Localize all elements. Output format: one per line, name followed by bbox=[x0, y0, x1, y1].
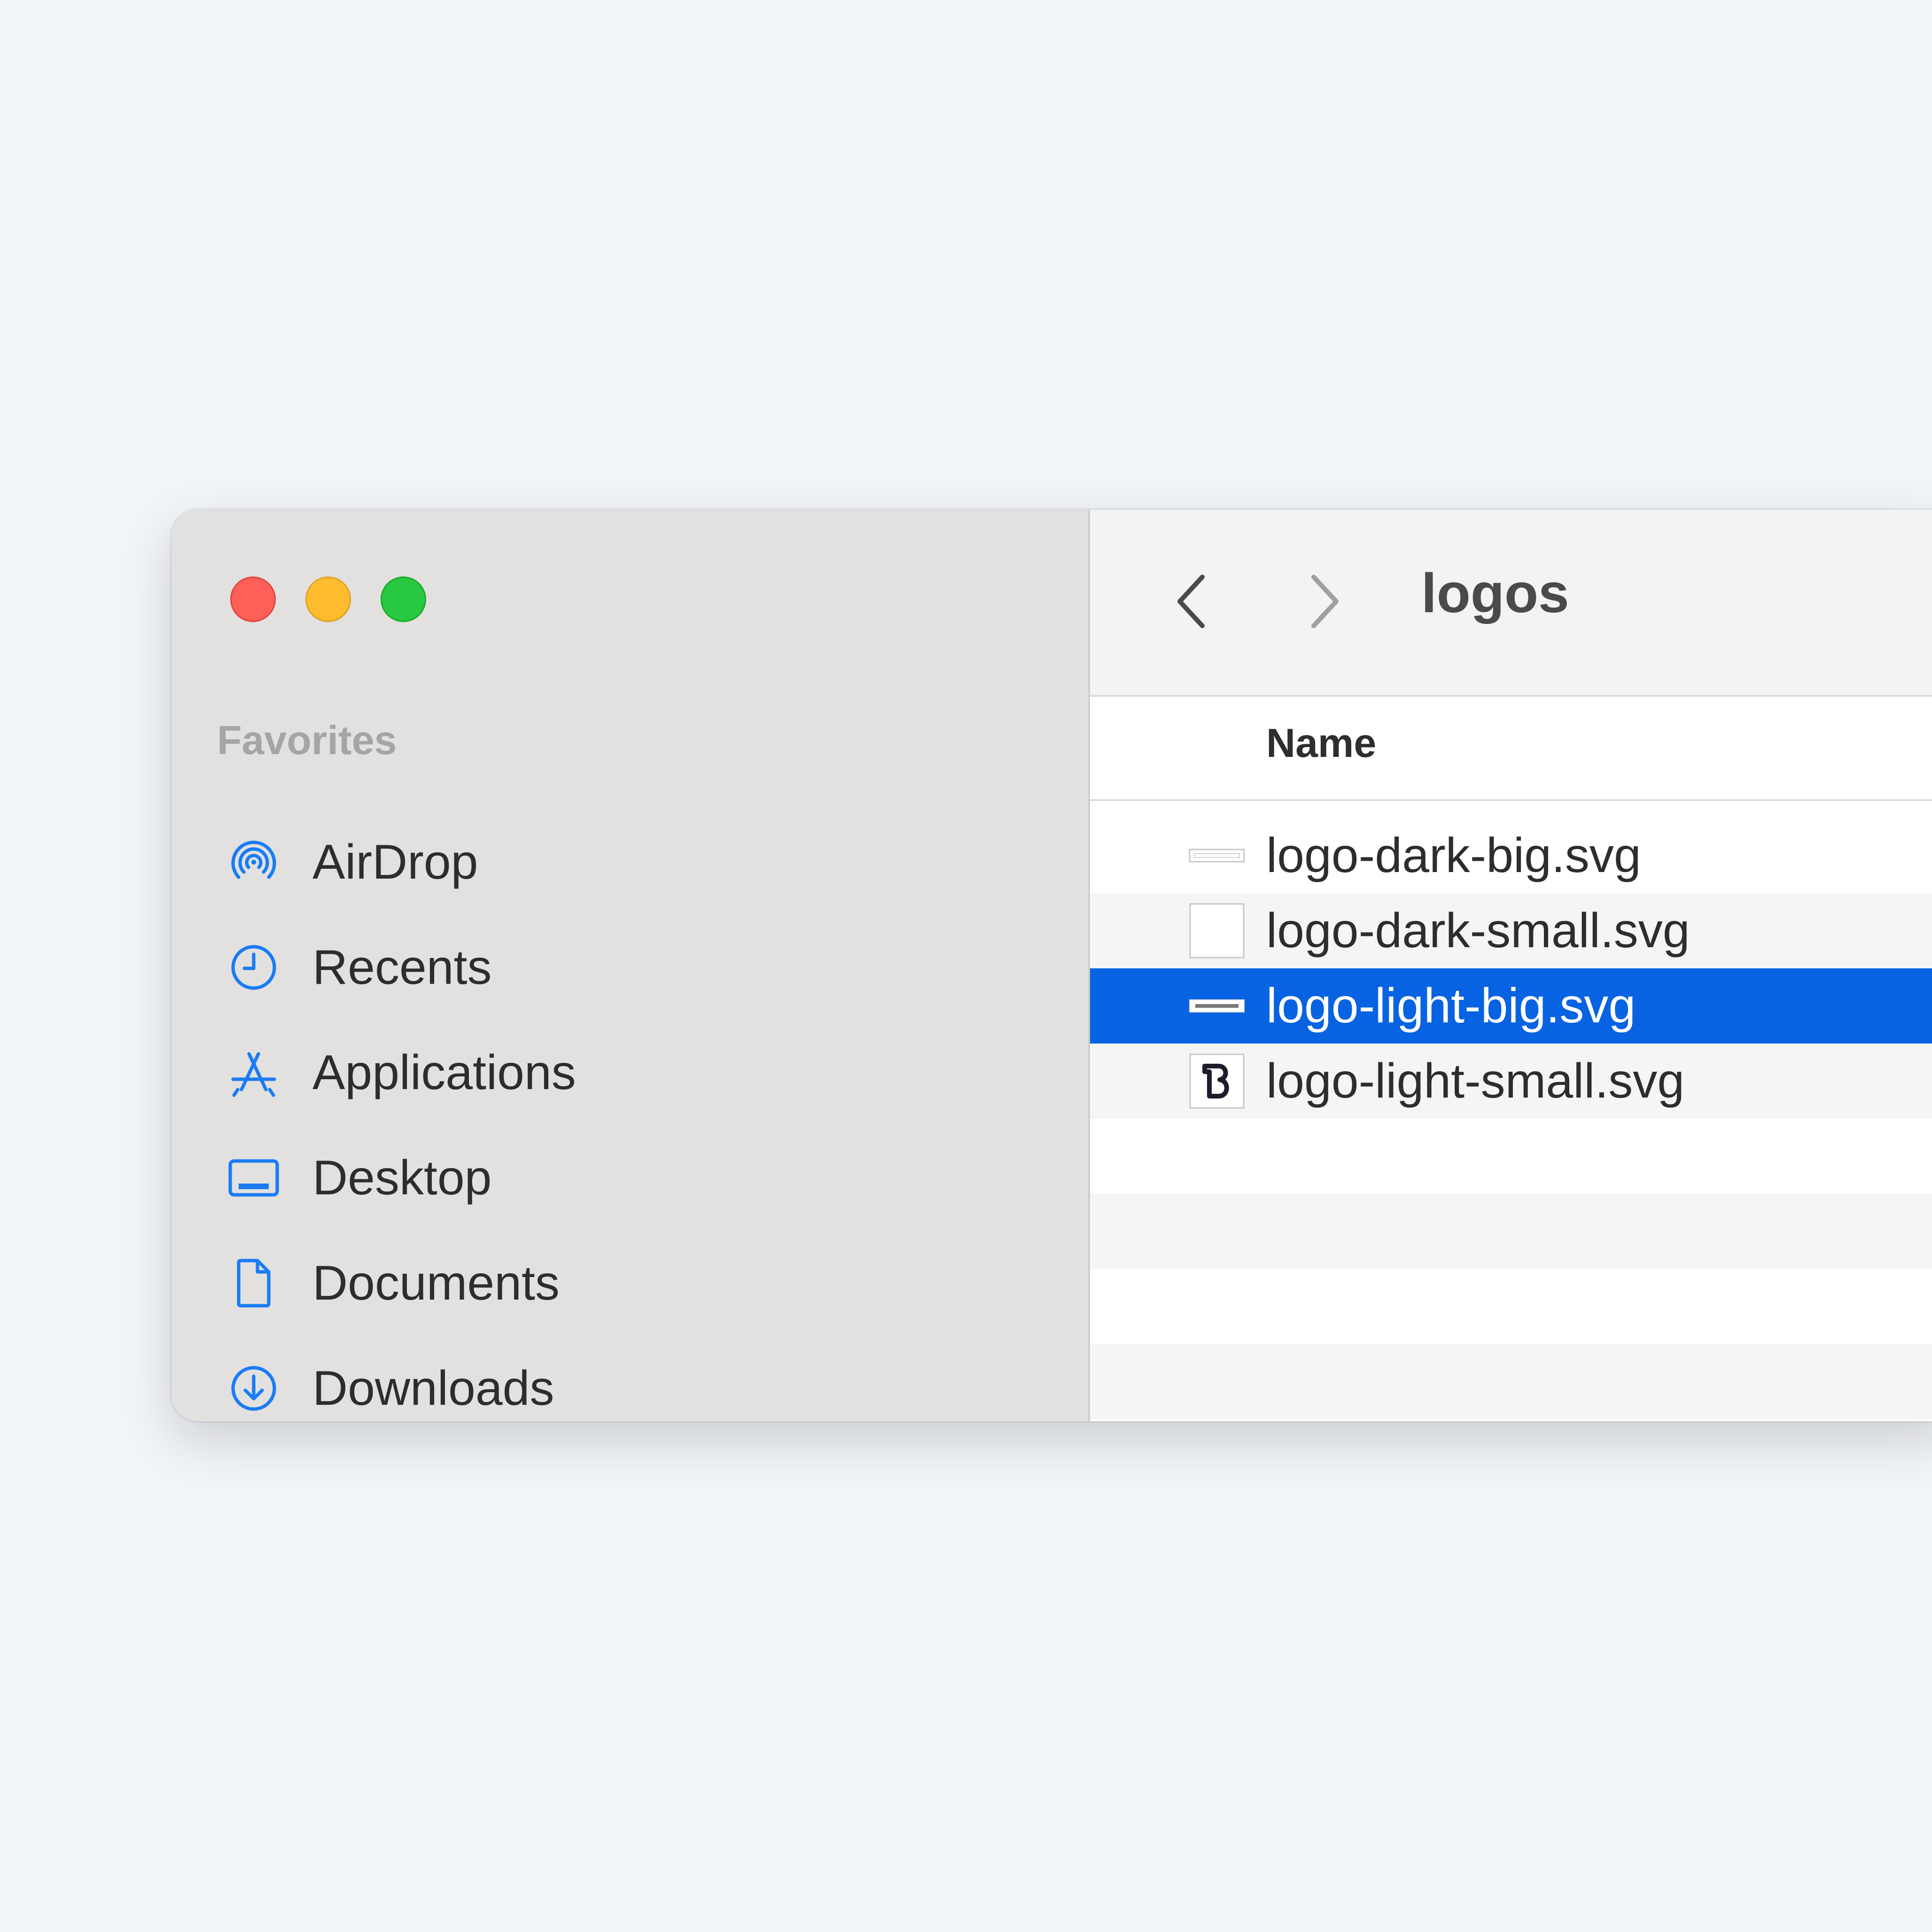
document-icon bbox=[223, 1253, 284, 1314]
empty-row bbox=[1090, 1269, 1932, 1344]
empty-row bbox=[1090, 1194, 1932, 1269]
download-icon bbox=[223, 1358, 284, 1419]
column-name-header[interactable]: Name bbox=[1266, 720, 1376, 767]
sidebar-item-label: Desktop bbox=[312, 1150, 492, 1205]
applications-icon bbox=[223, 1042, 284, 1103]
sidebar-item-airdrop[interactable]: AirDrop bbox=[223, 825, 478, 900]
file-name: logo-light-big.svg bbox=[1266, 978, 1636, 1033]
airdrop-icon bbox=[223, 832, 284, 893]
zoom-button[interactable] bbox=[381, 576, 426, 622]
sidebar-section-favorites: Favorites bbox=[217, 718, 397, 763]
sidebar-item-recents[interactable]: Recents bbox=[223, 930, 492, 1005]
file-name: logo-dark-big.svg bbox=[1266, 828, 1641, 883]
file-row[interactable]: logo-light-small.svg bbox=[1090, 1044, 1932, 1119]
sidebar-item-downloads[interactable]: Downloads bbox=[223, 1351, 554, 1421]
forward-button[interactable] bbox=[1299, 566, 1351, 637]
file-thumbnail-icon bbox=[1189, 903, 1245, 959]
chevron-left-icon bbox=[1177, 575, 1205, 628]
file-browser: logos Name logo-dark-big.svg logo-dark-s… bbox=[1090, 510, 1932, 1421]
file-thumbnail-icon bbox=[1189, 978, 1245, 1034]
close-button[interactable] bbox=[230, 576, 276, 622]
file-name: logo-dark-small.svg bbox=[1266, 903, 1690, 958]
chevron-right-icon bbox=[1311, 575, 1339, 628]
file-name: logo-light-small.svg bbox=[1266, 1053, 1685, 1108]
sidebar-item-label: AirDrop bbox=[312, 834, 478, 889]
sidebar-item-applications[interactable]: Applications bbox=[223, 1035, 576, 1110]
sidebar-item-documents[interactable]: Documents bbox=[223, 1246, 560, 1321]
file-row[interactable]: logo-light-big.svg bbox=[1090, 968, 1932, 1044]
desktop-icon bbox=[223, 1147, 284, 1208]
back-button[interactable] bbox=[1165, 566, 1217, 637]
sidebar-item-label: Documents bbox=[312, 1255, 560, 1310]
sidebar-item-label: Recents bbox=[312, 940, 492, 995]
sidebar-item-label: Applications bbox=[312, 1045, 576, 1100]
file-thumbnail-icon bbox=[1189, 827, 1245, 884]
sidebar-item-desktop[interactable]: Desktop bbox=[223, 1140, 492, 1215]
finder-window: Favorites AirDrop Recents Applications D… bbox=[171, 510, 1932, 1421]
column-header: Name bbox=[1090, 697, 1932, 801]
file-thumbnail-icon bbox=[1189, 1053, 1245, 1109]
sidebar: Favorites AirDrop Recents Applications D… bbox=[171, 510, 1090, 1421]
sidebar-item-label: Downloads bbox=[312, 1361, 554, 1416]
file-list: logo-dark-big.svg logo-dark-small.svg lo… bbox=[1090, 818, 1932, 1421]
empty-row bbox=[1090, 1419, 1932, 1421]
clock-icon bbox=[223, 937, 284, 998]
file-row[interactable]: logo-dark-big.svg bbox=[1090, 818, 1932, 893]
toolbar: logos bbox=[1090, 510, 1932, 697]
folder-title: logos bbox=[1421, 562, 1569, 624]
empty-row bbox=[1090, 1119, 1932, 1194]
minimize-button[interactable] bbox=[305, 576, 351, 622]
empty-row bbox=[1090, 1344, 1932, 1419]
file-row[interactable]: logo-dark-small.svg bbox=[1090, 893, 1932, 968]
